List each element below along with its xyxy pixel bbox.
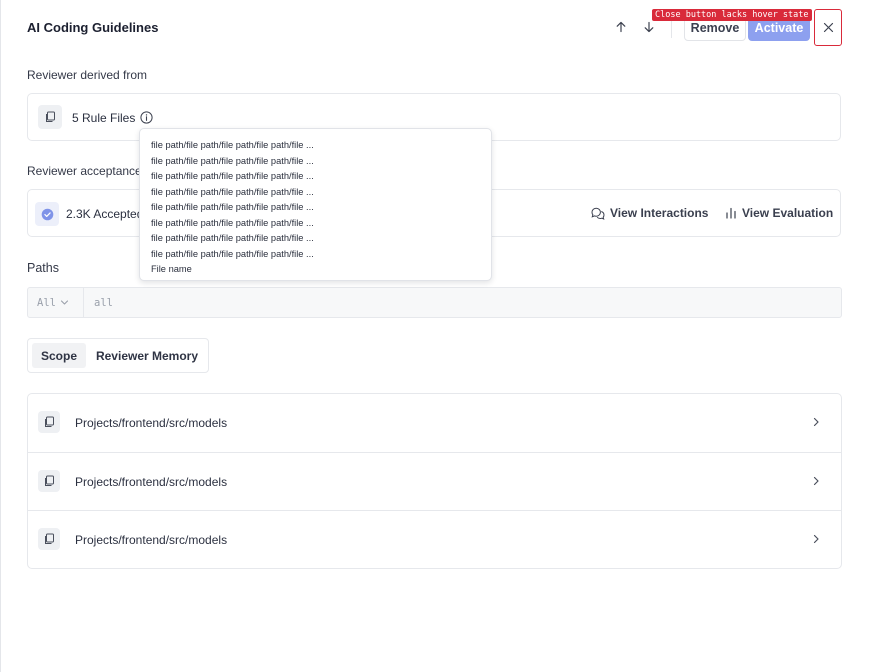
list-item[interactable]: Projects/frontend/src/models [28,510,841,568]
chevron-right-icon [813,476,819,486]
acceptance-section-label: Reviewer acceptance [27,164,142,178]
bar-chart-icon [726,207,736,219]
copy-icon [45,475,54,486]
close-icon [823,22,833,33]
arrow-up-icon [616,21,626,33]
popover-file-path: file path/file path/file path/file path/… [151,186,314,197]
popover-file-path: file path/file path/file path/file path/… [151,171,314,181]
popover-file-name: File name [151,264,192,274]
derived-section-label: Reviewer derived from [27,68,148,82]
list-item[interactable]: Projects/frontend/src/models [28,452,841,510]
rule-files-popover: file path/file path/file path/file path/… [139,128,492,281]
copy-icon [45,416,54,427]
chevron-right-icon [813,534,819,544]
paths-filter: All [27,287,842,318]
paths-input[interactable] [85,288,841,317]
list-item[interactable]: Projects/frontend/src/models [28,394,841,452]
chevron-down-icon [60,300,69,305]
path-list: Projects/frontend/src/models Projects/fr… [27,393,842,569]
list-item-icon-tile [38,411,60,433]
rule-files-count: 5 Rule Files [72,111,136,125]
popover-file-path: file path/file path/file path/file path/… [151,140,314,150]
popover-file-path: file path/file path/file path/file path/… [151,217,314,228]
panel-header: AI Coding Guidelines Remove Activate Clo… [27,0,847,56]
tab-reviewer-memory[interactable]: Reviewer Memory [90,343,204,368]
page-title: AI Coding Guidelines [27,20,159,35]
paths-scope-select[interactable]: All [28,288,84,317]
list-item-label: Projects/frontend/src/models [75,416,228,430]
paths-section-label: Paths [27,261,59,275]
popover-file-path: file path/file path/file path/file path/… [151,233,314,243]
close-button[interactable] [814,9,842,46]
tab-bar: Scope Reviewer Memory [27,338,209,373]
popover-file-path: file path/file path/file path/file path/… [151,155,314,166]
view-evaluation-label: View Evaluation [742,206,834,220]
popover-file-path: file path/file path/file path/file path/… [151,248,314,259]
list-item-icon-tile [38,528,60,550]
view-evaluation-button[interactable]: View Evaluation [725,206,833,220]
accepted-count: 2.3K Accepted [66,207,144,221]
rule-files-icon-tile [38,105,62,129]
check-circle-icon [41,208,53,220]
view-interactions-label: View Interactions [610,206,709,220]
list-item-label: Projects/frontend/src/models [75,475,228,489]
accepted-icon-tile [35,202,59,226]
list-item-icon-tile [38,470,60,492]
copy-icon [46,111,55,122]
copy-icon [45,533,54,544]
tab-scope[interactable]: Scope [32,343,86,368]
info-button[interactable] [139,110,153,124]
paths-select-value: All [37,296,56,309]
chevron-right-icon [813,417,819,427]
arrow-down-icon [644,21,654,33]
chat-bubbles-icon [591,207,605,220]
panel-left-border [0,0,1,672]
info-icon [139,110,153,124]
view-interactions-button[interactable]: View Interactions [591,206,708,220]
popover-file-path: file path/file path/file path/file path/… [151,202,314,212]
move-up-button[interactable] [611,17,631,37]
header-divider [671,18,672,38]
list-item-label: Projects/frontend/src/models [75,533,228,547]
annotation-label: Close button lacks hover state [652,9,812,21]
